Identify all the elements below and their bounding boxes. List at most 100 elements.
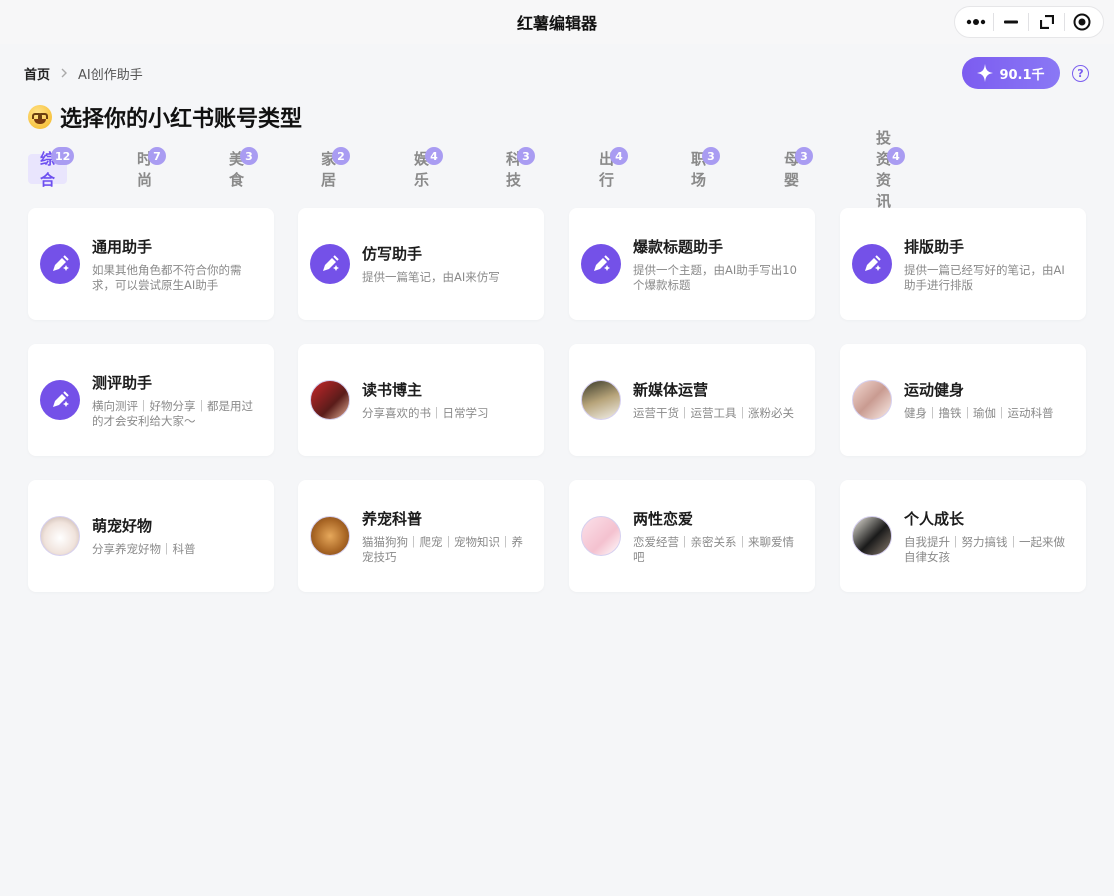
tab-count-badge: 3 <box>240 147 258 165</box>
avatar <box>852 516 892 556</box>
card-text: 个人成长自我提升｜努力搞钱｜一起来做自律女孩 <box>904 508 1074 565</box>
tab-3[interactable]: 家居 2 <box>321 147 350 189</box>
card-title: 测评助手 <box>92 373 153 392</box>
card-text: 读书博主分享喜欢的书｜日常学习 <box>362 379 532 421</box>
tab-count-badge: 3 <box>702 147 720 165</box>
avatar <box>310 516 350 556</box>
breadcrumb: 首页 AI创作助手 <box>24 64 143 83</box>
breadcrumb-current: AI创作助手 <box>78 67 143 83</box>
card-text: 养宠科普猫猫狗狗｜爬宠｜宠物知识｜养宠技巧 <box>362 508 532 565</box>
credits-button[interactable]: 90.1千 <box>962 57 1060 89</box>
tab-count-badge: 7 <box>148 147 166 165</box>
avatar <box>310 380 350 420</box>
card-description: 如果其他角色都不符合你的需求，可以尝试原生AI助手 <box>92 262 242 292</box>
tab-count-badge: 4 <box>425 147 443 165</box>
tab-4[interactable]: 娱乐 4 <box>414 147 443 189</box>
avatar <box>40 516 80 556</box>
page-title-text: 选择你的小红书账号类型 <box>60 107 303 132</box>
magic-pen-icon <box>310 244 350 284</box>
card-text: 萌宠好物分享养宠好物｜科普 <box>92 515 262 557</box>
card-description: 横向测评｜好物分享｜都是用过的才会安利给大家～ <box>92 398 253 428</box>
avatar <box>581 516 621 556</box>
magic-pen-icon <box>852 244 892 284</box>
close-icon[interactable] <box>1066 8 1098 36</box>
tab-1[interactable]: 时尚 7 <box>137 147 166 189</box>
card-description: 分享喜欢的书｜日常学习 <box>362 406 489 420</box>
tab-0[interactable]: 综合 12 <box>28 147 75 189</box>
card-description: 健身｜撸铁｜瑜伽｜运动科普 <box>904 406 1054 420</box>
card-title: 个人成长 <box>904 509 965 528</box>
assistant-card[interactable]: 通用助手如果其他角色都不符合你的需求，可以尝试原生AI助手 <box>28 208 274 320</box>
tab-count-badge: 4 <box>887 147 905 165</box>
breadcrumb-home[interactable]: 首页 <box>24 64 50 83</box>
help-icon[interactable]: ? <box>1072 65 1089 82</box>
card-description: 恋爱经营｜亲密关系｜来聊爱情吧 <box>633 534 794 564</box>
tab-count-badge: 4 <box>610 147 628 165</box>
minimize-icon[interactable] <box>995 8 1027 36</box>
assistant-card[interactable]: 新媒体运营运营干货｜运营工具｜涨粉必关 <box>569 344 815 456</box>
credits-value: 90.1千 <box>999 67 1045 83</box>
chevron-right-icon <box>60 68 68 78</box>
card-text: 爆款标题助手提供一个主题，由AI助手写出10个爆款标题 <box>633 236 803 293</box>
card-description: 自我提升｜努力搞钱｜一起来做自律女孩 <box>904 534 1065 564</box>
card-title: 通用助手 <box>92 237 153 256</box>
card-title: 两性恋爱 <box>633 509 694 528</box>
card-title: 爆款标题助手 <box>633 237 724 256</box>
card-text: 测评助手横向测评｜好物分享｜都是用过的才会安利给大家～ <box>92 372 262 429</box>
assistant-card[interactable]: 仿写助手 提供一篇笔记，由AI来仿写 <box>298 208 544 320</box>
card-description: 提供一篇已经写好的笔记，由AI助手进行排版 <box>904 262 1065 292</box>
tab-9[interactable]: 投资资讯 4 <box>876 129 905 210</box>
tab-5[interactable]: 科技 3 <box>506 147 535 189</box>
divider <box>1028 13 1030 31</box>
assistant-card[interactable]: 爆款标题助手提供一个主题，由AI助手写出10个爆款标题 <box>569 208 815 320</box>
tab-7[interactable]: 职场 3 <box>691 147 720 189</box>
assistant-card[interactable]: 两性恋爱恋爱经营｜亲密关系｜来聊爱情吧 <box>569 480 815 592</box>
divider <box>992 13 994 31</box>
card-title: 新媒体运营 <box>633 381 709 399</box>
card-description: 运营干货｜运营工具｜涨粉必关 <box>633 406 794 420</box>
tab-label: 投资资讯 <box>876 129 892 210</box>
divider <box>1064 13 1066 31</box>
card-text: 通用助手如果其他角色都不符合你的需求，可以尝试原生AI助手 <box>92 236 262 293</box>
star-struck-face-icon <box>28 105 52 129</box>
tab-count-badge: 12 <box>51 147 75 165</box>
tab-8[interactable]: 母婴 3 <box>784 147 813 189</box>
magic-pen-icon <box>581 244 621 284</box>
more-icon[interactable] <box>960 8 992 36</box>
magic-pen-icon <box>40 244 80 284</box>
window-controls <box>954 6 1104 38</box>
window-title: 红薯编辑器 <box>516 14 597 33</box>
assistant-card[interactable]: 排版助手提供一篇已经写好的笔记，由AI助手进行排版 <box>840 208 1086 320</box>
assistant-card[interactable]: 个人成长自我提升｜努力搞钱｜一起来做自律女孩 <box>840 480 1086 592</box>
card-title: 运动健身 <box>904 381 965 399</box>
sparkle-icon <box>977 64 994 82</box>
card-title: 仿写助手 <box>362 245 423 263</box>
assistant-card[interactable]: 萌宠好物分享养宠好物｜科普 <box>28 480 274 592</box>
tab-2[interactable]: 美食 3 <box>229 147 258 189</box>
card-text: 仿写助手 提供一篇笔记，由AI来仿写 <box>362 243 532 285</box>
card-title: 萌宠好物 <box>92 517 153 535</box>
assistant-card[interactable]: 运动健身健身｜撸铁｜瑜伽｜运动科普 <box>840 344 1086 456</box>
magic-pen-icon <box>40 380 80 420</box>
assistant-card[interactable]: 测评助手横向测评｜好物分享｜都是用过的才会安利给大家～ <box>28 344 274 456</box>
card-text: 排版助手提供一篇已经写好的笔记，由AI助手进行排版 <box>904 236 1074 293</box>
tab-count-badge: 3 <box>517 147 535 165</box>
title-bar: 红薯编辑器 <box>0 0 1114 44</box>
card-title: 养宠科普 <box>362 509 423 528</box>
card-text: 新媒体运营运营干货｜运营工具｜涨粉必关 <box>633 379 803 421</box>
tab-count-badge: 3 <box>795 147 813 165</box>
card-description: 分享养宠好物｜科普 <box>92 542 196 556</box>
page-title: 选择你的小红书账号类型 <box>28 101 302 133</box>
card-title: 读书博主 <box>362 381 423 399</box>
tab-6[interactable]: 出行 4 <box>599 147 628 189</box>
restore-icon[interactable] <box>1031 8 1063 36</box>
card-title: 排版助手 <box>904 237 965 256</box>
card-description: 提供一个主题，由AI助手写出10个爆款标题 <box>633 262 797 292</box>
card-text: 两性恋爱恋爱经营｜亲密关系｜来聊爱情吧 <box>633 508 803 565</box>
card-text: 运动健身健身｜撸铁｜瑜伽｜运动科普 <box>904 379 1074 421</box>
avatar <box>852 380 892 420</box>
card-description: 猫猫狗狗｜爬宠｜宠物知识｜养宠技巧 <box>362 534 523 564</box>
assistant-card[interactable]: 读书博主分享喜欢的书｜日常学习 <box>298 344 544 456</box>
avatar <box>581 380 621 420</box>
assistant-card[interactable]: 养宠科普猫猫狗狗｜爬宠｜宠物知识｜养宠技巧 <box>298 480 544 592</box>
